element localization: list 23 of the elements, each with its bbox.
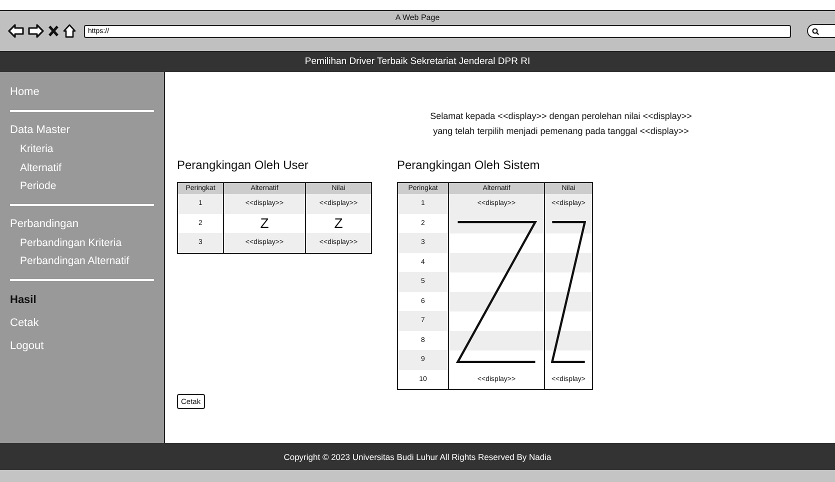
sidebar-item[interactable]: Home	[0, 82, 164, 102]
search-icon	[812, 28, 819, 34]
window-title: A Web Page	[394, 12, 441, 24]
forward-icon[interactable]	[28, 24, 44, 38]
winner-message: Selamat kepada <<display>> dengan perolehan nilai <<display>> yang telah terpilih menjadi pemenang pada tanggal <<display>>	[429, 110, 693, 138]
sidebar-item[interactable]: Data Master	[0, 120, 164, 140]
copyright-text: Copyright © 2023 Universitas Budi Luhur All Rights Reserved By Nadia	[284, 452, 552, 462]
section-title: Perangkingan Oleh User	[177, 158, 310, 172]
sidebar-subitem[interactable]: Kriteria	[0, 140, 164, 158]
search-field[interactable]	[807, 24, 835, 38]
sidebar-subitem[interactable]: Perbandingan Alternatif	[0, 252, 164, 270]
home-icon[interactable]	[63, 24, 76, 38]
sidebar-subitem[interactable]: Alternatif	[0, 158, 164, 177]
section-title: Perangkingan Oleh Sistem	[397, 158, 541, 172]
sidebar-item[interactable]: Cetak	[0, 312, 164, 334]
sidebar-item[interactable]: Hasil	[0, 288, 164, 312]
site-title: Pemilihan Driver Terbaik Sekretariat Jenderal DPR RI	[304, 55, 532, 69]
sidebar-subitem[interactable]: Periode	[0, 177, 164, 196]
close-icon[interactable]	[48, 25, 59, 37]
sidebar-item[interactable]: Logout	[0, 334, 164, 358]
sidebar-subitem[interactable]: Perbandingan Kriteria	[0, 234, 164, 252]
back-icon[interactable]	[8, 24, 24, 38]
sidebar-item[interactable]: Perbandingan	[0, 214, 164, 234]
